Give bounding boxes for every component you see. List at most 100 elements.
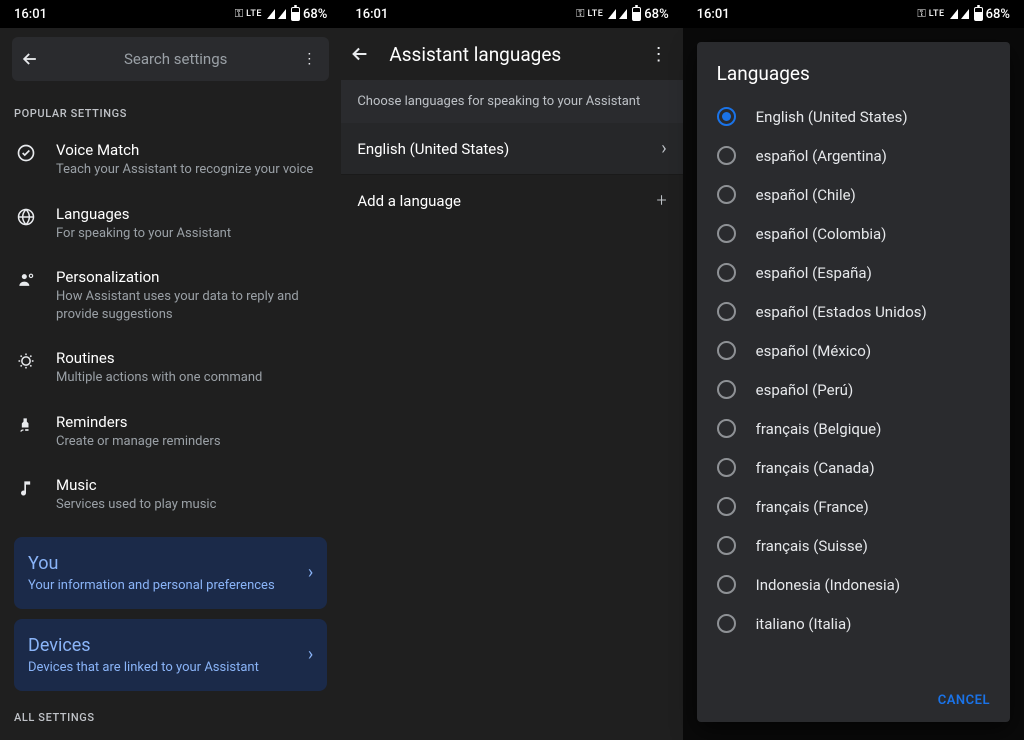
network-type: LTE [929, 9, 945, 19]
all-settings-header: ALL SETTINGS [0, 691, 341, 724]
card-title: You [28, 553, 308, 574]
status-indicators: ⚿ LTE 68% [917, 7, 1010, 22]
setting-title: Reminders [56, 413, 327, 431]
setting-row-person-gear[interactable]: Personalization How Assistant uses your d… [0, 255, 341, 336]
language-option[interactable]: français (Suisse) [697, 526, 1010, 565]
setting-title: Routines [56, 349, 327, 367]
language-option[interactable]: français (Belgique) [697, 409, 1010, 448]
status-bar: 16:01 ⚿ LTE 68% [341, 0, 682, 28]
globe-icon [16, 205, 38, 227]
language-option[interactable]: español (México) [697, 331, 1010, 370]
back-icon[interactable] [349, 43, 389, 65]
radio-icon [717, 146, 736, 165]
radio-icon [717, 185, 736, 204]
vpn-key-icon: ⚿ [576, 7, 584, 21]
card-you[interactable]: You Your information and personal prefere… [14, 537, 327, 609]
language-option[interactable]: español (Estados Unidos) [697, 292, 1010, 331]
setting-row-bell-hand[interactable]: Reminders Create or manage reminders [0, 400, 341, 464]
screen-title: Assistant languages [389, 43, 642, 66]
language-option-label: español (Perú) [756, 381, 854, 399]
card-text: DevicesDevices that are linked to your A… [28, 635, 308, 675]
radio-icon [717, 380, 736, 399]
language-option[interactable]: español (Colombia) [697, 214, 1010, 253]
language-option-label: français (Canada) [756, 459, 875, 477]
primary-language-label: English (United States) [357, 140, 661, 158]
radio-icon [717, 614, 736, 633]
bell-hand-icon [16, 413, 38, 435]
signal-icon-2 [278, 9, 286, 19]
setting-row-music-note[interactable]: Music Services used to play music [0, 463, 341, 527]
setting-title: Personalization [56, 268, 327, 286]
language-option-label: English (United States) [756, 108, 908, 126]
language-option-label: español (México) [756, 342, 871, 360]
primary-language-row[interactable]: English (United States) › [341, 123, 682, 175]
setting-row-check-circle[interactable]: Voice MatchTeach your Assistant to recog… [0, 128, 341, 192]
card-devices[interactable]: DevicesDevices that are linked to your A… [14, 619, 327, 691]
language-option[interactable]: español (Chile) [697, 175, 1010, 214]
popular-settings-header: POPULAR SETTINGS [0, 81, 341, 128]
search-settings-bar[interactable]: Search settings ⋮ [12, 37, 329, 81]
language-option[interactable]: español (España) [697, 253, 1010, 292]
setting-row-globe[interactable]: Languages For speaking to your Assistant [0, 192, 341, 256]
setting-subtitle: Services used to play music [56, 496, 327, 514]
radio-icon [717, 341, 736, 360]
add-language-row[interactable]: Add a language + [341, 175, 682, 226]
language-option-label: español (España) [756, 264, 872, 282]
language-option[interactable]: italiano (Italia) [697, 604, 1010, 643]
person-gear-icon [16, 268, 38, 290]
radio-icon [717, 419, 736, 438]
network-type: LTE [246, 9, 262, 19]
setting-subtitle: Create or manage reminders [56, 433, 327, 451]
status-time: 16:01 [14, 7, 47, 22]
language-options-list[interactable]: English (United States) español (Argentin… [697, 97, 1010, 682]
add-language-label: Add a language [357, 192, 656, 210]
battery-percent: 68% [986, 7, 1010, 22]
signal-icon-1 [267, 9, 275, 19]
language-option[interactable]: español (Argentina) [697, 136, 1010, 175]
dialog-actions: CANCEL [697, 682, 1010, 722]
setting-title: Music [56, 476, 327, 494]
setting-subtitle: Teach your Assistant to recognize your v… [56, 161, 327, 179]
setting-text: Languages For speaking to your Assistant [56, 205, 327, 243]
chevron-right-icon: › [308, 644, 313, 665]
overflow-menu-icon[interactable]: ⋮ [297, 51, 321, 67]
routines-icon [16, 349, 38, 371]
setting-subtitle: How Assistant uses your data to reply an… [56, 288, 327, 323]
setting-text: Reminders Create or manage reminders [56, 413, 327, 451]
setting-subtitle: For speaking to your Assistant [56, 225, 327, 243]
radio-icon [717, 107, 736, 126]
radio-icon [717, 458, 736, 477]
setting-text: Music Services used to play music [56, 476, 327, 514]
setting-row-routines[interactable]: RoutinesMultiple actions with one comman… [0, 336, 341, 400]
language-option[interactable]: français (France) [697, 487, 1010, 526]
card-subtitle: Devices that are linked to your Assistan… [28, 660, 308, 675]
assistant-languages-screen: 16:01 ⚿ LTE 68% Assistant languages ⋮ Ch… [341, 0, 682, 740]
setting-text: RoutinesMultiple actions with one comman… [56, 349, 327, 387]
status-bar: 16:01 ⚿ LTE 68% [0, 0, 341, 28]
signal-icon-1 [608, 9, 616, 19]
back-icon[interactable] [20, 49, 54, 69]
language-option[interactable]: français (Canada) [697, 448, 1010, 487]
cancel-button[interactable]: CANCEL [938, 693, 990, 708]
battery-icon [291, 7, 300, 21]
language-option-label: Indonesia (Indonesia) [756, 576, 900, 594]
overflow-menu-icon[interactable]: ⋮ [643, 44, 675, 65]
language-option[interactable]: Indonesia (Indonesia) [697, 565, 1010, 604]
radio-icon [717, 575, 736, 594]
plus-icon: + [656, 190, 666, 211]
language-option-label: français (Belgique) [756, 420, 882, 438]
status-time: 16:01 [697, 7, 730, 22]
card-subtitle: Your information and personal preference… [28, 578, 308, 593]
language-option-label: español (Estados Unidos) [756, 303, 927, 321]
languages-dialog: Languages English (United States)español… [697, 42, 1010, 722]
card-text: You Your information and personal prefere… [28, 553, 308, 593]
language-option[interactable]: English (United States) [697, 97, 1010, 136]
language-option[interactable]: español (Perú) [697, 370, 1010, 409]
setting-title: Languages [56, 205, 327, 223]
signal-icon-2 [961, 9, 969, 19]
radio-icon [717, 263, 736, 282]
battery-percent: 68% [644, 7, 668, 22]
status-time: 16:01 [355, 7, 388, 22]
languages-subhead: Choose languages for speaking to your As… [341, 80, 682, 123]
language-option-label: français (France) [756, 498, 869, 516]
